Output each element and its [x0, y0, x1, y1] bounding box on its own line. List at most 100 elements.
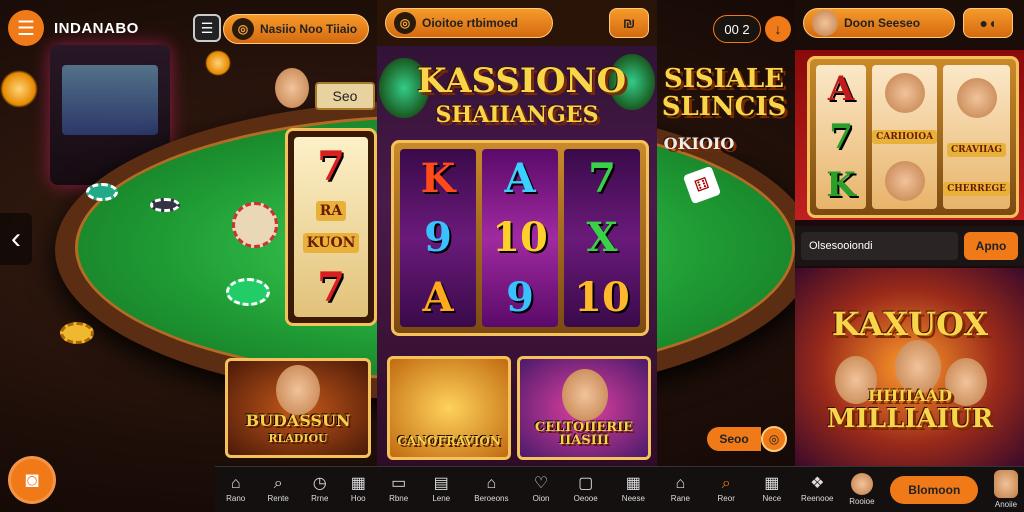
game-tile-title: CELTOIIERIE IIASIII: [535, 421, 633, 457]
nav-label: Rrne: [311, 494, 329, 503]
reel: CRAVIIAG CHERREGE: [943, 65, 1010, 209]
timer-icon: ◷: [312, 475, 327, 492]
hamburger-menu-icon[interactable]: ☰: [8, 10, 44, 46]
nav-games[interactable]: ❖ Reenooe: [801, 476, 834, 504]
wallet-button[interactable]: ₪: [609, 8, 649, 38]
banner-title: KAXUOX: [831, 305, 989, 343]
reel-symbol: 7: [588, 155, 616, 203]
nav-search[interactable]: ⌕ Reor: [718, 475, 735, 504]
nav-label: Hoo: [350, 494, 366, 503]
nav-account[interactable]: Anoiie: [994, 470, 1018, 509]
avatar: [850, 473, 873, 495]
nav-timer[interactable]: ◷ Rrne: [311, 475, 329, 504]
nav-label: Reenooe: [801, 494, 834, 503]
reel-symbol: 7: [317, 264, 345, 312]
game-tile[interactable]: CANOFRAVION: [387, 356, 511, 460]
reel-symbol: 9: [506, 273, 534, 321]
panel3-pill-label: Seoo: [707, 427, 761, 451]
search-icon: ⌕: [721, 475, 731, 492]
news-icon: ▦: [764, 475, 780, 492]
nav-label: Oion: [532, 494, 550, 503]
poker-chip-icon: [150, 198, 180, 212]
game-tile-title: CANOFRAVION: [397, 434, 501, 448]
game-title: KASSIONO: [417, 61, 627, 101]
coin-icon: ◎: [394, 12, 416, 34]
grid-icon: ▦: [350, 475, 366, 492]
avatar: [994, 470, 1018, 498]
nav-list[interactable]: ▤ Lene: [432, 476, 450, 504]
game-tile[interactable]: CELTOIIERIE IIASIII: [517, 356, 651, 460]
reel-symbol: A: [422, 273, 454, 321]
nav-home[interactable]: ⌂ Rano: [226, 475, 245, 504]
table-label: OKIOIO: [663, 134, 735, 153]
panel-one: ◎ Nasiio Noo Tiiaio Seo 7 RA KUON 7 BUDA…: [215, 0, 377, 512]
character-image: [884, 73, 925, 114]
panel1-header-pill[interactable]: ◎ Nasiio Noo Tiiaio: [223, 14, 369, 44]
cta-button[interactable]: Blomoon: [890, 475, 979, 504]
panel4-header-pill[interactable]: Doon Seeseo: [803, 8, 955, 38]
coins-button[interactable]: ●◖: [963, 8, 1013, 38]
banner-subtitle: HHIIAAD: [868, 386, 952, 405]
reel-symbol: K: [420, 155, 456, 203]
nav-news[interactable]: ▦ Neese: [621, 476, 645, 504]
character-image: [276, 365, 320, 415]
download-icon[interactable]: ↓: [765, 16, 791, 42]
nav-news[interactable]: ▦ Nece: [762, 475, 781, 504]
nav-label: Beroeons: [474, 494, 509, 503]
panel2-pill-label: Oioitoe rtbimoed: [422, 16, 518, 30]
heart-icon: ♡: [533, 475, 549, 492]
nav-label: Neese: [621, 494, 645, 503]
counter-group: 00 2 ↓: [713, 14, 791, 44]
nav-home[interactable]: ▭ Rbne: [389, 476, 408, 504]
game-subtitle: SLINCIS: [661, 92, 787, 122]
panel2-reels: K 9 A A 10 9 7 X 10: [391, 140, 649, 336]
nav-profile[interactable]: Rooioe: [849, 473, 875, 506]
nav-home[interactable]: ⌂ Rane: [670, 476, 690, 504]
game-tile[interactable]: BUDASSUN RLADIOU: [225, 358, 371, 458]
reel-symbol: 7: [317, 142, 345, 190]
chevron-left-icon[interactable]: ‹: [0, 213, 32, 265]
reel-symbol: RA: [315, 201, 347, 222]
nav-chat[interactable]: ▢ Oeooe: [573, 475, 598, 504]
nav-label: Oeooe: [573, 494, 598, 503]
counter-display: 00 2: [713, 15, 761, 43]
reel-symbol: 10: [492, 214, 548, 262]
reel: A 7 K: [816, 65, 867, 209]
reel-symbol: 10: [574, 273, 630, 321]
tag-button[interactable]: Seo: [315, 82, 375, 110]
coin-icon: ◎: [761, 426, 787, 452]
nav-favorites[interactable]: ♡ Oion: [532, 475, 550, 504]
reel: K 9 A: [400, 149, 476, 327]
nav-house[interactable]: ⌂ Beroeons: [474, 476, 509, 504]
panel-two: ◎ Oioitoe rtbimoed ₪ KASSIONO SHAIIANGES…: [377, 0, 657, 512]
promo-row: Olsesooiondi Apno: [795, 226, 1024, 266]
left-top-bar: ☰ INDANABO: [0, 0, 215, 56]
promo-banner[interactable]: KAXUOX HHIIAAD MILLIAIUR: [795, 268, 1024, 466]
nav-label: Rane: [670, 494, 690, 503]
panel3-pill[interactable]: Seoo ◎: [707, 424, 787, 454]
panel4-bottom-nav: ❖ Reenooe Rooioe Blomoon Anoiie: [795, 466, 1024, 512]
reel-symbol: CARIIOIOA: [872, 129, 938, 144]
reel-symbol: CRAVIIAG: [947, 142, 1007, 157]
dice-icon: ⚅: [682, 165, 722, 205]
chat-icon: ▢: [578, 475, 594, 492]
lamp-light: [0, 70, 38, 108]
game-tile-subtitle: IIASIII: [559, 433, 609, 448]
nav-search[interactable]: ⌕ Rente: [267, 476, 289, 504]
home-icon: ⌂: [230, 475, 241, 492]
app-brand: INDANABO: [54, 19, 139, 37]
reel-symbol: A: [504, 155, 536, 203]
poker-chip-icon: [60, 322, 94, 344]
reel: A 10 9: [482, 149, 558, 327]
promo-input[interactable]: Olsesooiondi: [801, 232, 958, 260]
apply-button[interactable]: Apno: [964, 232, 1018, 260]
character-image: [562, 369, 608, 421]
game-title: SISIALE: [663, 64, 785, 94]
game-subtitle: SHAIIANGES: [435, 102, 599, 128]
nav-more[interactable]: ▦ Hoo: [350, 475, 366, 504]
nav-label: Rente: [267, 494, 289, 503]
chat-fab-icon[interactable]: ◙: [8, 456, 56, 504]
coin-icon: ◎: [232, 18, 254, 40]
panel2-bottom-nav: ▭ Rbne ▤ Lene ⌂ Beroeons ♡ Oion ▢ Oeooe ▦ Nees…: [377, 466, 657, 512]
panel2-header-pill[interactable]: ◎ Oioitoe rtbimoed: [385, 8, 553, 38]
